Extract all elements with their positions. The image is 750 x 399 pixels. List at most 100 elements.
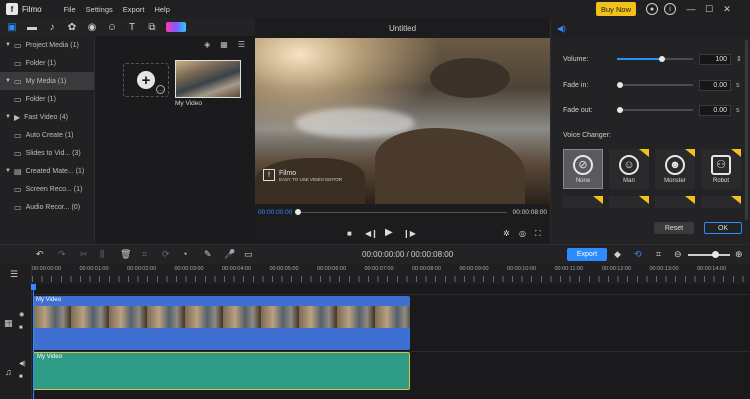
color-icon[interactable]: ✎ — [204, 249, 212, 260]
list-view-icon[interactable]: ☰ — [238, 40, 245, 49]
lock-icon[interactable]: ■ — [19, 374, 23, 380]
effects-icon[interactable]: ✿ — [66, 21, 78, 33]
playhead[interactable] — [33, 288, 34, 399]
marker-icon[interactable]: ◆ — [614, 249, 621, 260]
audio-clip[interactable]: My Video — [33, 352, 410, 390]
voice-none[interactable]: ⊘ None — [563, 149, 603, 189]
menu-settings[interactable]: Settings — [86, 5, 113, 14]
visibility-icon[interactable]: ◉ — [19, 311, 24, 318]
scrub-handle[interactable] — [295, 209, 301, 215]
next-frame-icon[interactable]: ❙▶ — [403, 229, 416, 238]
minimize-icon[interactable]: — — [684, 2, 698, 16]
speaker-icon[interactable]: ◀) — [557, 24, 566, 33]
fade-in-input[interactable]: 0.00 — [699, 79, 731, 91]
maximize-icon[interactable]: ☐ — [702, 2, 716, 16]
title-bar: f Filmo File Settings Export Help Buy No… — [0, 0, 750, 18]
volume-stepper-icon[interactable]: ⇕ — [736, 55, 742, 63]
tree-item-created-materials[interactable]: ▼ ▤ Created Mate... (1) — [0, 162, 94, 180]
tree-item-label: Audio Recor... (0) — [25, 203, 81, 211]
info-icon[interactable]: i — [664, 3, 676, 15]
fade-out-slider[interactable] — [617, 109, 693, 111]
premium-icon[interactable] — [166, 22, 186, 32]
loop-icon[interactable]: ⟲ — [634, 249, 642, 260]
settings-icon[interactable]: ✲ — [503, 229, 510, 238]
crop-icon[interactable]: ⌗ — [142, 249, 147, 260]
rotate-icon[interactable]: ⟳ — [162, 249, 170, 260]
grid-view-icon[interactable]: ▦ — [220, 40, 228, 49]
collapse-arrow-icon[interactable]: ▼ — [5, 168, 11, 174]
filter-icon[interactable]: ◉ — [86, 21, 98, 33]
ok-button[interactable]: OK — [704, 222, 742, 234]
tree-item-folder[interactable]: ▭ Folder (1) — [0, 90, 94, 108]
voice-option-partial[interactable] — [655, 196, 695, 208]
fade-out-input[interactable]: 0.00 — [699, 104, 731, 116]
tree-item-screen-recording[interactable]: ▭ Screen Reco... (1) — [0, 180, 94, 198]
delete-icon[interactable]: 🗑 — [120, 249, 131, 260]
tree-item-my-media[interactable]: ▼ ▭ My Media (1) — [0, 72, 94, 90]
tree-item-fast-video[interactable]: ▼ ▶ Fast Video (4) — [0, 108, 94, 126]
calendar-icon[interactable]: ▣ — [6, 21, 18, 33]
folder-icon[interactable]: ▬ — [26, 21, 38, 33]
fullscreen-icon[interactable]: ⛶ — [535, 229, 541, 239]
lock-icon[interactable]: ■ — [19, 325, 23, 331]
collapse-arrow-icon[interactable]: ▼ — [5, 42, 11, 48]
zoom-slider-handle[interactable] — [712, 251, 719, 258]
menu-help[interactable]: Help — [154, 5, 169, 14]
fade-in-slider[interactable] — [617, 84, 693, 86]
voice-robot[interactable]: ⚇ Robot — [701, 149, 741, 189]
voice-monster[interactable]: ☻ Monster — [655, 149, 695, 189]
buy-now-button[interactable]: Buy Now — [596, 2, 636, 16]
sticker-icon[interactable]: ☺ — [106, 21, 118, 33]
account-icon[interactable]: ● — [646, 3, 658, 15]
prev-frame-icon[interactable]: ◀❙ — [365, 229, 378, 238]
volume-slider-handle[interactable] — [659, 56, 665, 62]
snapshot-icon[interactable]: ◎ — [519, 229, 526, 238]
undo-icon[interactable]: ↶ — [36, 249, 44, 260]
scrub-track[interactable] — [297, 211, 507, 213]
menu-file[interactable]: File — [64, 5, 76, 14]
close-icon[interactable]: ✕ — [720, 2, 734, 16]
collapse-arrow-icon[interactable]: ▼ — [5, 78, 11, 84]
menu-export[interactable]: Export — [123, 5, 145, 14]
zoom-in-icon[interactable]: ⊕ — [735, 249, 743, 260]
voice-option-partial[interactable] — [563, 196, 603, 208]
track-menu-icon[interactable]: ☰ — [10, 269, 18, 280]
vip-badge-icon — [639, 196, 649, 204]
collapse-arrow-icon[interactable]: ▼ — [5, 114, 11, 120]
video-preview[interactable]: f Filmo EASY TO USE VIDEO EDITOR — [255, 38, 550, 204]
split-icon[interactable]: ⫼ — [100, 249, 104, 260]
reset-button[interactable]: Reset — [654, 222, 694, 234]
mute-icon[interactable]: ◀) — [19, 360, 26, 367]
play-icon[interactable]: ▶ — [385, 227, 393, 238]
zoom-slider[interactable] — [688, 254, 730, 256]
more-options-icon[interactable]: … — [156, 85, 165, 94]
tree-item-project-media[interactable]: ▼ ▭ Project Media (1) — [0, 36, 94, 54]
record-screen-icon[interactable]: ▭ — [244, 249, 253, 260]
fade-in-slider-handle[interactable] — [617, 82, 623, 88]
export-button[interactable]: Export — [567, 248, 607, 261]
media-thumbnail[interactable] — [175, 60, 241, 98]
snap-icon[interactable]: ⌗ — [656, 249, 661, 260]
stop-icon[interactable]: ■ — [347, 229, 352, 238]
cut-icon[interactable]: ✂ — [80, 249, 88, 260]
tree-item-slides-to-video[interactable]: ▭ Slides to Vid... (3) — [0, 144, 94, 162]
layers-icon[interactable]: ◈ — [204, 40, 210, 49]
fade-out-slider-handle[interactable] — [617, 107, 623, 113]
voice-option-partial[interactable] — [609, 196, 649, 208]
text-icon[interactable]: T — [126, 21, 138, 33]
voice-man[interactable]: ☺ Man — [609, 149, 649, 189]
tree-item-folder[interactable]: ▭ Folder (1) — [0, 54, 94, 72]
speed-icon[interactable]: ◔ — [182, 249, 187, 259]
microphone-icon[interactable]: 🎤 — [224, 249, 235, 260]
timeline-ruler[interactable]: 00:00:00:00 00:00:01:00 00:00:02:00 00:00:0… — [32, 264, 750, 284]
voice-option-partial[interactable] — [701, 196, 741, 208]
audio-icon[interactable]: ♪ — [46, 21, 58, 33]
zoom-out-icon[interactable]: ⊖ — [674, 249, 682, 260]
tree-item-audio-recording[interactable]: ▭ Audio Recor... (0) — [0, 198, 94, 216]
properties-scrollbar[interactable] — [745, 40, 748, 220]
video-clip[interactable]: My Video — [33, 296, 410, 350]
tree-item-auto-create[interactable]: ▭ Auto Create (1) — [0, 126, 94, 144]
transition-icon[interactable]: ⧉ — [146, 21, 158, 33]
volume-input[interactable]: 100 — [699, 53, 731, 65]
redo-icon[interactable]: ↷ — [58, 249, 66, 260]
